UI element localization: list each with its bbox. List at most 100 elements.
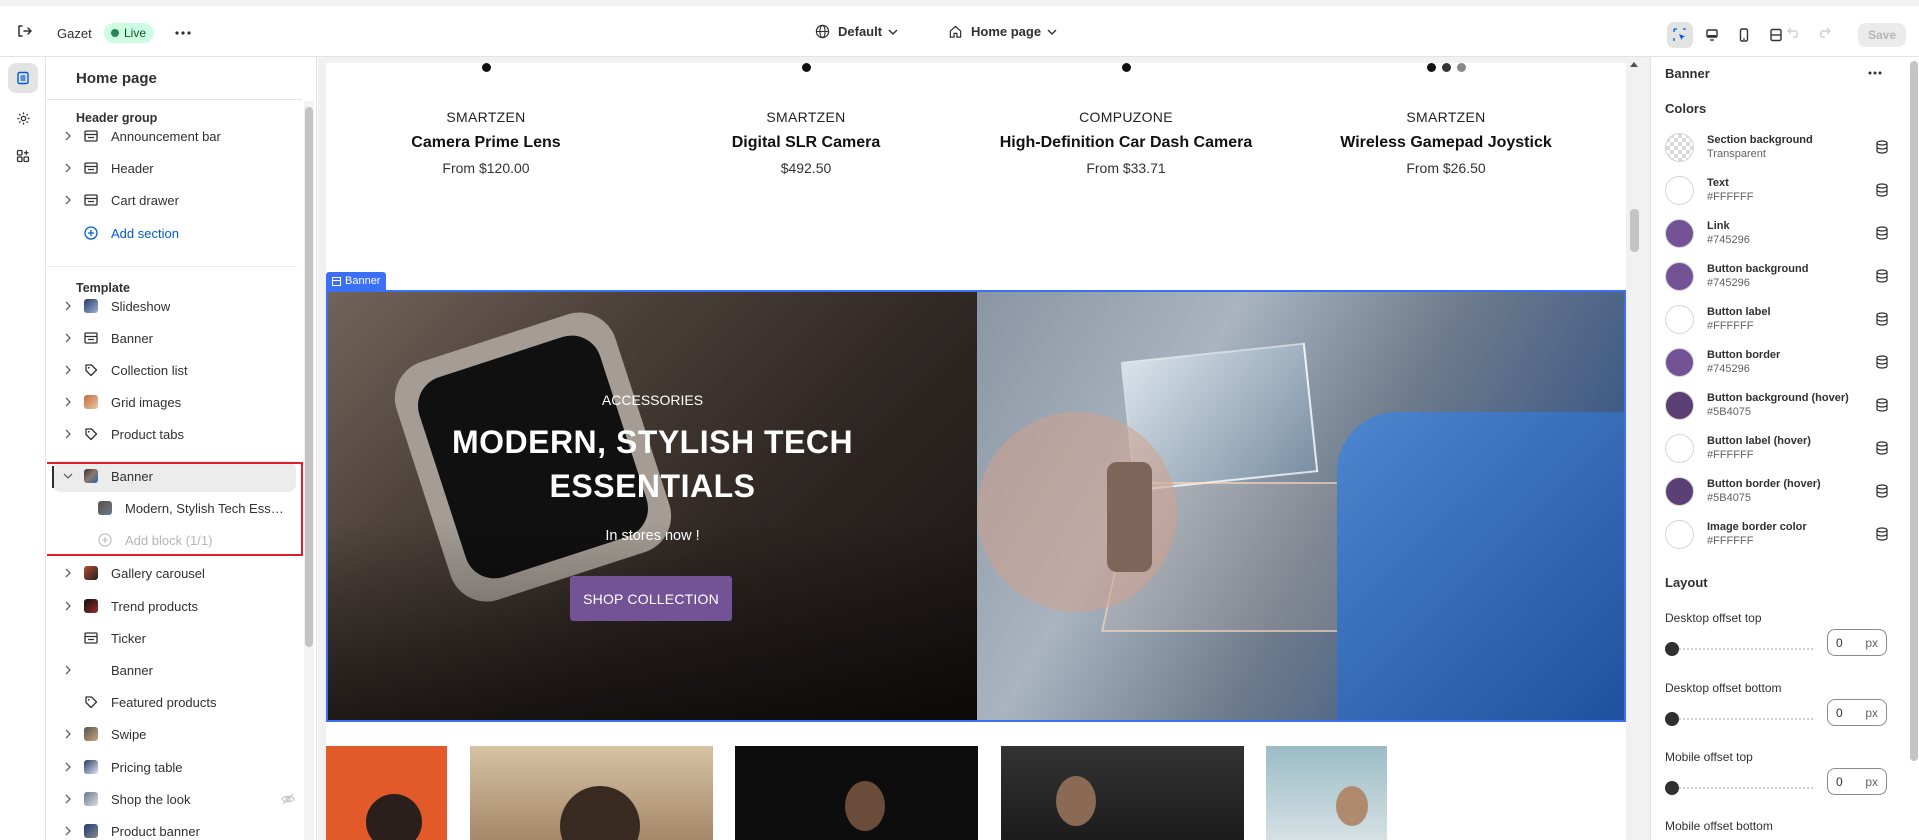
color-swatch[interactable] bbox=[1665, 175, 1694, 205]
color-setting-button-label-hover[interactable]: Button label (hover) #FFFFFF bbox=[1665, 431, 1890, 465]
more-horizontal-icon[interactable] bbox=[1865, 65, 1885, 81]
desktop-offset-bottom-slider[interactable] bbox=[1665, 712, 1815, 726]
eye-hidden-icon[interactable] bbox=[281, 793, 295, 805]
slider-knob[interactable] bbox=[1665, 642, 1679, 656]
color-swatch[interactable] bbox=[1665, 476, 1694, 506]
gallery-image[interactable] bbox=[1001, 746, 1244, 840]
fullwidth-icon[interactable] bbox=[1763, 22, 1789, 48]
apps-icon[interactable] bbox=[8, 141, 38, 171]
scrollbar-thumb[interactable] bbox=[305, 107, 313, 647]
section-row-trend-products[interactable]: Trend products bbox=[47, 593, 297, 619]
section-row-cart-drawer[interactable]: Cart drawer bbox=[47, 187, 297, 213]
section-row-shop-the-look[interactable]: Shop the look bbox=[47, 786, 297, 812]
chevron-right-icon[interactable] bbox=[60, 163, 76, 173]
color-setting-button-border[interactable]: Button border #745296 bbox=[1665, 345, 1890, 379]
product-card[interactable]: SMARTZEN Wireless Gamepad Joystick From … bbox=[1286, 63, 1606, 176]
inspector-icon[interactable] bbox=[1667, 22, 1693, 48]
page-selector[interactable]: Home page bbox=[948, 24, 1057, 39]
color-setting-button-label[interactable]: Button label #FFFFFF bbox=[1665, 302, 1890, 336]
slider-knob[interactable] bbox=[1665, 712, 1679, 726]
database-icon[interactable] bbox=[1874, 526, 1890, 542]
product-name[interactable]: Digital SLR Camera bbox=[646, 134, 966, 152]
product-name[interactable]: High-Definition Car Dash Camera bbox=[966, 134, 1286, 152]
section-row-banner-2[interactable]: Banner bbox=[47, 657, 297, 683]
section-row-grid-images[interactable]: Grid images bbox=[47, 389, 297, 415]
product-card[interactable]: SMARTZEN Digital SLR Camera $492.50 bbox=[646, 63, 966, 176]
product-card[interactable]: SMARTZEN Camera Prime Lens From $120.00 bbox=[326, 63, 646, 176]
mobile-icon[interactable] bbox=[1731, 22, 1757, 48]
chevron-right-icon[interactable] bbox=[60, 601, 76, 611]
product-card[interactable]: COMPUZONE High-Definition Car Dash Camer… bbox=[966, 63, 1286, 176]
section-row-collection-list[interactable]: Collection list bbox=[47, 357, 297, 383]
swatch-dots[interactable] bbox=[326, 63, 646, 75]
color-setting-section-background[interactable]: Section background Transparent bbox=[1665, 130, 1890, 164]
settings-scrollbar[interactable] bbox=[1908, 57, 1919, 840]
chevron-right-icon[interactable] bbox=[60, 333, 76, 343]
chevron-right-icon[interactable] bbox=[60, 365, 76, 375]
color-swatch[interactable] bbox=[1665, 261, 1694, 291]
gallery-image[interactable] bbox=[1266, 746, 1387, 840]
redo-icon[interactable] bbox=[1817, 26, 1831, 38]
chevron-right-icon[interactable] bbox=[60, 762, 76, 772]
section-row-featured-products[interactable]: Featured products bbox=[47, 689, 297, 715]
desktop-offset-top-input[interactable]: 0 px bbox=[1827, 629, 1887, 656]
chevron-right-icon[interactable] bbox=[60, 429, 76, 439]
add-section-button[interactable]: Add section bbox=[47, 220, 297, 246]
section-row-gallery-carousel[interactable]: Gallery carousel bbox=[47, 560, 297, 586]
color-swatch[interactable] bbox=[1665, 132, 1694, 162]
gallery-image[interactable] bbox=[735, 746, 978, 840]
color-setting-link[interactable]: Link #745296 bbox=[1665, 216, 1890, 250]
section-row-pricing-table[interactable]: Pricing table bbox=[47, 754, 297, 780]
desktop-offset-bottom-input[interactable]: 0 px bbox=[1827, 699, 1887, 726]
mobile-offset-top-input[interactable]: 0 px bbox=[1827, 768, 1887, 795]
section-row-product-banner[interactable]: Product banner bbox=[47, 818, 297, 840]
slider-knob[interactable] bbox=[1665, 781, 1679, 795]
color-setting-button-background[interactable]: Button background #745296 bbox=[1665, 259, 1890, 293]
scroll-up-icon[interactable] bbox=[1630, 61, 1638, 67]
chevron-right-icon[interactable] bbox=[60, 794, 76, 804]
sections-icon[interactable] bbox=[8, 63, 38, 93]
database-icon[interactable] bbox=[1874, 483, 1890, 499]
color-swatch[interactable] bbox=[1665, 390, 1694, 420]
undo-icon[interactable] bbox=[1787, 26, 1801, 38]
section-row-product-tabs[interactable]: Product tabs bbox=[47, 421, 297, 447]
database-icon[interactable] bbox=[1874, 311, 1890, 327]
mobile-offset-top-slider[interactable] bbox=[1665, 781, 1815, 795]
section-row-ticker[interactable]: Ticker bbox=[47, 625, 297, 651]
banner-section[interactable]: ACCESSORIES MODERN, STYLISH TECH ESSENTI… bbox=[326, 290, 1626, 722]
gallery-image[interactable] bbox=[470, 746, 713, 840]
more-horizontal-icon[interactable] bbox=[172, 24, 194, 42]
chevron-right-icon[interactable] bbox=[60, 131, 76, 141]
save-button[interactable]: Save bbox=[1858, 23, 1906, 47]
gear-icon[interactable] bbox=[8, 103, 38, 133]
color-setting-button-background-hover[interactable]: Button background (hover) #5B4075 bbox=[1665, 388, 1890, 422]
chevron-right-icon[interactable] bbox=[60, 729, 76, 739]
color-swatch[interactable] bbox=[1665, 433, 1694, 463]
color-swatch[interactable] bbox=[1665, 347, 1694, 377]
chevron-right-icon[interactable] bbox=[60, 397, 76, 407]
chevron-right-icon[interactable] bbox=[60, 195, 76, 205]
color-setting-text[interactable]: Text #FFFFFF bbox=[1665, 173, 1890, 207]
section-row-header[interactable]: Header bbox=[47, 155, 297, 181]
product-name[interactable]: Wireless Gamepad Joystick bbox=[1286, 134, 1606, 152]
chevron-right-icon[interactable] bbox=[60, 568, 76, 578]
sections-scrollbar[interactable] bbox=[304, 101, 314, 840]
shop-collection-button[interactable]: SHOP COLLECTION bbox=[570, 576, 732, 621]
gallery-image[interactable] bbox=[326, 746, 447, 840]
chevron-right-icon[interactable] bbox=[60, 665, 76, 675]
color-swatch[interactable] bbox=[1665, 218, 1694, 248]
database-icon[interactable] bbox=[1874, 354, 1890, 370]
exit-icon[interactable] bbox=[14, 21, 34, 41]
scrollbar-thumb[interactable] bbox=[1910, 61, 1918, 761]
color-swatch[interactable] bbox=[1665, 304, 1694, 334]
database-icon[interactable] bbox=[1874, 182, 1890, 198]
database-icon[interactable] bbox=[1874, 440, 1890, 456]
database-icon[interactable] bbox=[1874, 225, 1890, 241]
color-setting-button-border-hover[interactable]: Button border (hover) #5B4075 bbox=[1665, 474, 1890, 508]
chevron-right-icon[interactable] bbox=[60, 301, 76, 311]
section-row-swipe[interactable]: Swipe bbox=[47, 721, 297, 747]
swatch-dots[interactable] bbox=[646, 63, 966, 75]
product-name[interactable]: Camera Prime Lens bbox=[326, 134, 646, 152]
desktop-offset-top-slider[interactable] bbox=[1665, 642, 1815, 656]
section-row-slideshow[interactable]: Slideshow bbox=[47, 293, 297, 319]
